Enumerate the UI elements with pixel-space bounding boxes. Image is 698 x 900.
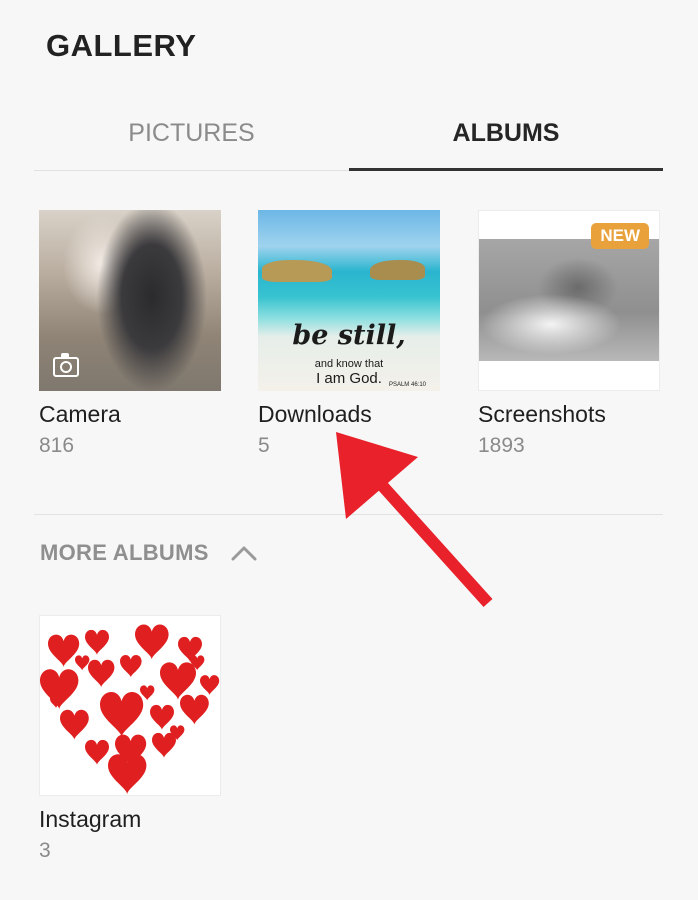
section-divider xyxy=(34,514,663,515)
tab-active-indicator xyxy=(349,168,663,171)
tab-pictures[interactable]: PICTURES xyxy=(34,100,349,170)
tab-albums[interactable]: ALBUMS xyxy=(349,100,663,170)
album-screenshots[interactable]: NEW Screenshots 1893 xyxy=(478,210,660,458)
album-name: Camera xyxy=(39,401,121,427)
more-albums-toggle[interactable]: MORE ALBUMS xyxy=(40,540,257,566)
album-count: 1893 xyxy=(478,434,525,457)
album-count: 5 xyxy=(258,434,270,457)
camera-icon xyxy=(53,353,79,377)
album-count: 816 xyxy=(39,434,75,457)
thumbnail-quote-line: be still, xyxy=(292,320,406,351)
album-thumbnail xyxy=(39,210,221,391)
chevron-up-icon xyxy=(231,546,257,561)
thumbnail-rock xyxy=(370,260,425,280)
thumbnail-rock xyxy=(262,260,332,282)
thumbnail-image xyxy=(479,239,659,361)
album-count: 3 xyxy=(39,839,51,862)
album-thumbnail xyxy=(39,615,221,796)
album-name: Downloads xyxy=(258,401,372,427)
tab-bar: PICTURES ALBUMS xyxy=(34,100,663,172)
album-camera[interactable]: Camera 816 xyxy=(39,210,221,458)
album-thumbnail: NEW xyxy=(478,210,660,391)
album-thumbnail: be still, and know that I am God. PSALM … xyxy=(258,210,440,391)
tab-divider xyxy=(34,170,349,171)
album-name: Instagram xyxy=(39,806,142,832)
more-albums-label: MORE ALBUMS xyxy=(40,540,209,565)
heart-collage-image xyxy=(40,624,220,795)
new-badge: NEW xyxy=(591,223,649,249)
album-name: Screenshots xyxy=(478,401,606,427)
page-title: GALLERY xyxy=(46,28,197,63)
album-instagram[interactable]: Instagram 3 xyxy=(39,615,221,863)
thumbnail-quote-ref: PSALM 46:10 xyxy=(388,382,426,388)
thumbnail-quote-line: and know that xyxy=(314,358,384,370)
album-downloads[interactable]: be still, and know that I am God. PSALM … xyxy=(258,210,440,458)
